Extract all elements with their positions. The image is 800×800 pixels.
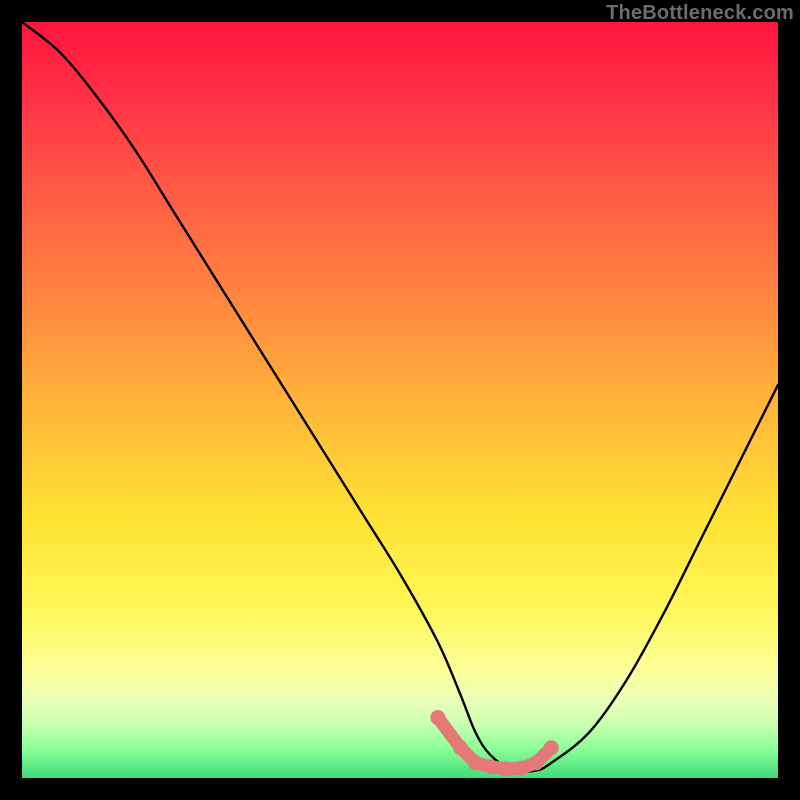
marker-dot	[483, 759, 498, 774]
bottleneck-curve	[22, 22, 778, 772]
highlighted-markers	[430, 710, 558, 776]
marker-dot	[544, 740, 559, 755]
marker-dot	[430, 710, 445, 725]
marker-dot	[514, 761, 529, 776]
chart-frame: TheBottleneck.com	[0, 0, 800, 800]
marker-dot	[468, 755, 483, 770]
marker-dot	[498, 761, 513, 776]
plot-area	[22, 22, 778, 778]
marker-dot	[453, 740, 468, 755]
marker-dot	[529, 755, 544, 770]
chart-svg	[22, 22, 778, 778]
